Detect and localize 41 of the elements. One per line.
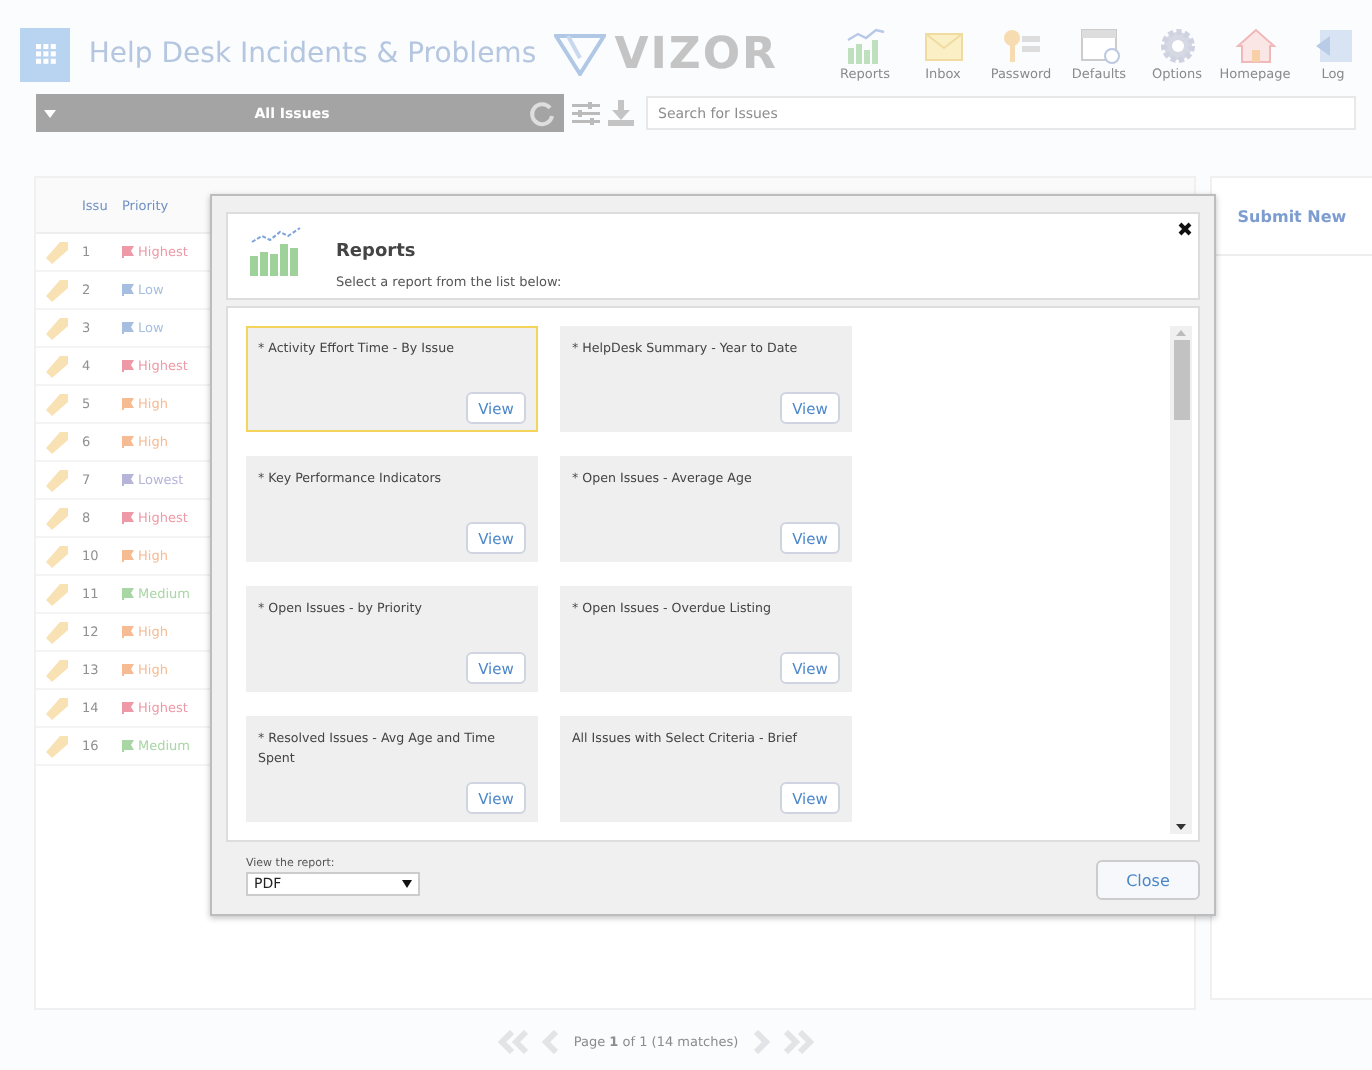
first-page-icon[interactable] (497, 1030, 530, 1054)
tag-icon[interactable] (43, 695, 69, 721)
filter-icon[interactable] (572, 101, 600, 125)
toolbar-icon (843, 26, 887, 66)
tag-icon[interactable] (43, 277, 69, 303)
scroll-up-icon[interactable] (1176, 330, 1186, 336)
scrollbar[interactable] (1170, 326, 1192, 834)
close-button[interactable]: Close (1096, 860, 1200, 900)
dialog-title: Reports (336, 242, 418, 262)
scroll-down-icon[interactable] (1176, 824, 1186, 830)
tag-icon[interactable] (43, 391, 69, 417)
toolbar-icon (1155, 26, 1199, 66)
next-page-icon[interactable] (750, 1030, 771, 1054)
tag-icon[interactable] (43, 657, 69, 683)
tag-icon[interactable] (43, 239, 69, 265)
tag-icon[interactable] (43, 505, 69, 531)
tag-icon[interactable] (43, 543, 69, 569)
tag-icon[interactable] (43, 353, 69, 379)
grid-icon (35, 44, 56, 64)
toolbar-icon (1233, 26, 1277, 66)
tag-icon[interactable] (43, 429, 69, 455)
last-page-icon[interactable] (782, 1030, 815, 1054)
tag-icon[interactable] (43, 315, 69, 341)
logo-icon (554, 32, 607, 76)
toolbar-icon (999, 26, 1043, 66)
download-icon[interactable] (608, 100, 634, 126)
tag-icon[interactable] (43, 619, 69, 645)
scroll-thumb[interactable] (1173, 340, 1189, 420)
caret-icon (402, 880, 412, 888)
refresh-icon[interactable] (528, 99, 556, 127)
tag-icon[interactable] (43, 581, 69, 607)
close-icon[interactable] (1178, 222, 1192, 236)
toolbar-icon (1077, 26, 1121, 66)
menu-button[interactable] (20, 27, 71, 81)
tag-icon[interactable] (43, 733, 69, 759)
tag-icon[interactable] (43, 467, 69, 493)
page-title: Help Desk Incidents & Problems (88, 38, 539, 70)
caret-icon (44, 109, 56, 117)
toolbar-icon (1311, 26, 1355, 66)
logo-text: VIZOR (614, 29, 778, 79)
previous-page-icon[interactable] (541, 1030, 562, 1054)
